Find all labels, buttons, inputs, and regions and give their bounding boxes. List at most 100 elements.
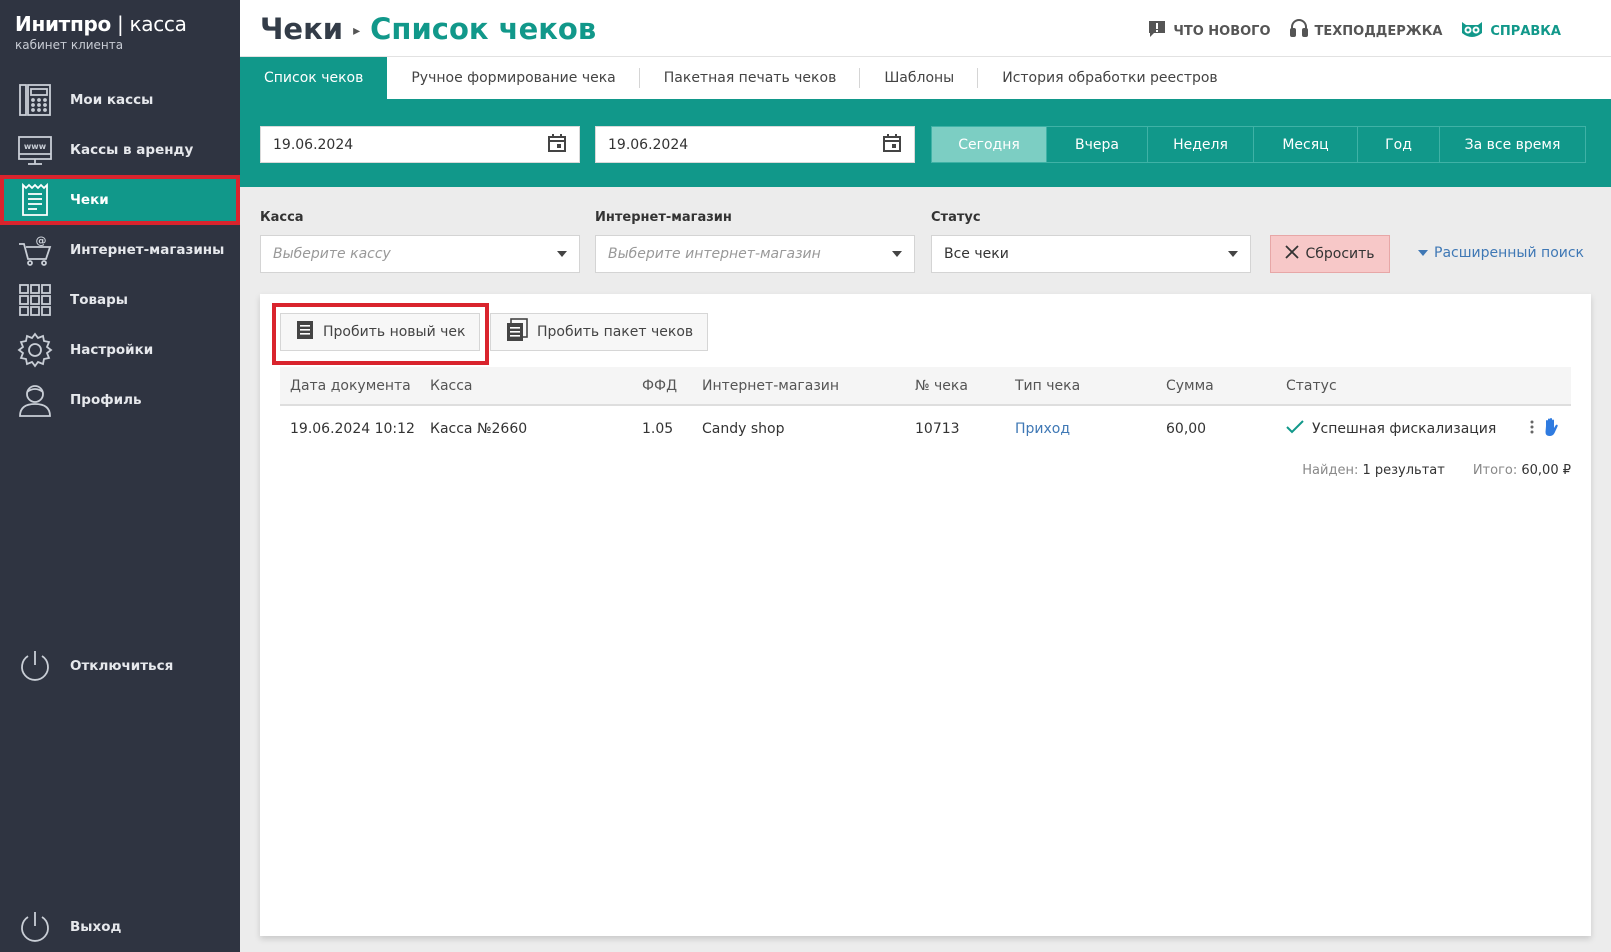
more-vertical-icon[interactable] bbox=[1530, 420, 1534, 438]
calendar-icon bbox=[882, 133, 902, 157]
page-title: Список чеков bbox=[370, 12, 597, 46]
sidebar-item-settings[interactable]: Настройки bbox=[0, 325, 240, 375]
cell-type-link[interactable]: Приход bbox=[1015, 406, 1070, 451]
status-value: Все чеки bbox=[944, 246, 1009, 262]
chevron-down-icon bbox=[1418, 250, 1428, 256]
tab-check-list[interactable]: Список чеков bbox=[240, 57, 388, 99]
cell-ffd: 1.05 bbox=[642, 420, 674, 437]
support-link[interactable]: ТЕХПОДДЕРЖКА bbox=[1289, 18, 1442, 44]
breadcrumb: Чеки ▸ Список чеков bbox=[260, 12, 596, 46]
brand-subtitle: кабинет клиента bbox=[15, 38, 124, 52]
column-header-date[interactable]: Дата документа bbox=[290, 367, 411, 404]
owl-icon bbox=[1460, 19, 1484, 43]
svg-text:@: @ bbox=[36, 234, 47, 247]
period-all-time[interactable]: За все время bbox=[1439, 127, 1585, 162]
column-header-sum[interactable]: Сумма bbox=[1166, 367, 1214, 404]
close-icon bbox=[1285, 245, 1300, 263]
reset-button[interactable]: Сбросить bbox=[1270, 235, 1390, 273]
cash-register-icon bbox=[16, 81, 54, 119]
kassa-select[interactable]: Выберите кассу bbox=[260, 235, 580, 273]
period-yesterday[interactable]: Вчера bbox=[1046, 127, 1147, 162]
period-week[interactable]: Неделя bbox=[1147, 127, 1253, 162]
column-header-type[interactable]: Тип чека bbox=[1015, 367, 1080, 404]
comment-alert-icon bbox=[1147, 19, 1167, 43]
brand: Инитпро | касса кабинет клиента bbox=[15, 12, 187, 52]
sidebar-item-checks[interactable]: Чеки bbox=[0, 175, 240, 225]
gear-icon bbox=[16, 331, 54, 369]
sidebar: Инитпро | касса кабинет клиента Мои касс… bbox=[0, 0, 240, 952]
date-filter-band: 19.06.2024 19.06.2024 Сегодня Вчера Неде… bbox=[240, 99, 1611, 187]
batch-check-button[interactable]: Пробить пакет чеков bbox=[490, 313, 709, 351]
row-actions bbox=[1530, 406, 1560, 451]
tab-manual-check[interactable]: Ручное формирование чека bbox=[387, 57, 641, 99]
sidebar-disconnect-wrap: Отключиться bbox=[0, 641, 240, 691]
kassa-placeholder: Выберите кассу bbox=[273, 246, 391, 262]
shop-label: Интернет-магазин bbox=[595, 210, 732, 225]
checks-panel: Пробить новый чек Пробить пакет чеков Да… bbox=[260, 294, 1591, 936]
column-header-ffd[interactable]: ФФД bbox=[642, 367, 677, 404]
help-link[interactable]: СПРАВКА bbox=[1460, 18, 1561, 44]
sidebar-item-rent-kassas[interactable]: www Кассы в аренду bbox=[0, 125, 240, 175]
cell-shop: Candy shop bbox=[702, 420, 785, 437]
table-summary: Найден: 1 результат Итого: 60,00 ₽ bbox=[1302, 463, 1571, 478]
logout-button[interactable]: Выход bbox=[0, 908, 240, 946]
svg-text:www: www bbox=[24, 142, 47, 151]
advanced-search-toggle[interactable]: Расширенный поиск bbox=[1418, 245, 1584, 261]
column-header-number[interactable]: № чека bbox=[915, 367, 968, 404]
column-header-shop[interactable]: Интернет-магазин bbox=[702, 367, 839, 404]
tab-batch-print[interactable]: Пакетная печать чеков bbox=[640, 57, 861, 99]
disconnect-button[interactable]: Отключиться bbox=[0, 641, 240, 691]
chevron-down-icon bbox=[557, 251, 567, 257]
user-icon bbox=[16, 381, 54, 419]
period-selector: Сегодня Вчера Неделя Месяц Год За все вр… bbox=[931, 126, 1586, 163]
sidebar-item-goods[interactable]: Товары bbox=[0, 275, 240, 325]
sidebar-item-label: Товары bbox=[70, 292, 129, 308]
sidebar-item-shops[interactable]: @ Интернет-магазины bbox=[0, 225, 240, 275]
sidebar-item-label: Чеки bbox=[70, 192, 109, 208]
cell-sum: 60,00 bbox=[1166, 420, 1207, 437]
tab-registry-history[interactable]: История обработки реестров bbox=[978, 57, 1241, 99]
chevron-down-icon bbox=[1228, 251, 1238, 257]
hand-icon[interactable] bbox=[1542, 417, 1560, 441]
sidebar-item-label: Мои кассы bbox=[70, 92, 154, 108]
table-header: Дата документа Касса ФФД Интернет-магази… bbox=[280, 367, 1571, 406]
sidebar-item-my-kassas[interactable]: Мои кассы bbox=[0, 75, 240, 125]
breadcrumb-root[interactable]: Чеки bbox=[260, 12, 343, 46]
new-check-button[interactable]: Пробить новый чек bbox=[280, 313, 481, 351]
date-from-field[interactable]: 19.06.2024 bbox=[260, 126, 580, 163]
whats-new-link[interactable]: ЧТО НОВОГО bbox=[1147, 18, 1271, 44]
cell-number: 10713 bbox=[915, 420, 960, 437]
power-icon bbox=[16, 908, 54, 946]
grid-icon bbox=[16, 281, 54, 319]
sidebar-item-label: Кассы в аренду bbox=[70, 142, 194, 158]
sidebar-logout-wrap: Выход bbox=[0, 908, 240, 946]
breadcrumb-separator-icon: ▸ bbox=[353, 23, 361, 39]
checks-table: Дата документа Касса ФФД Интернет-магази… bbox=[280, 367, 1571, 451]
sidebar-item-profile[interactable]: Профиль bbox=[0, 375, 240, 425]
table-row[interactable]: 19.06.2024 10:12 Касса №2660 1.05 Candy … bbox=[280, 406, 1571, 451]
date-to-field[interactable]: 19.06.2024 bbox=[595, 126, 915, 163]
kassa-label: Касса bbox=[260, 210, 304, 225]
receipt-stack-icon bbox=[505, 318, 529, 346]
cell-kassa: Касса №2660 bbox=[430, 420, 528, 437]
receipt-icon bbox=[295, 320, 315, 344]
top-links: ЧТО НОВОГО ТЕХПОДДЕРЖКА СПРАВКА bbox=[1147, 18, 1561, 44]
cart-icon: @ bbox=[16, 231, 54, 269]
sidebar-item-label: Профиль bbox=[70, 392, 142, 408]
headset-icon bbox=[1289, 18, 1309, 44]
period-year[interactable]: Год bbox=[1357, 127, 1439, 162]
sidebar-item-label: Настройки bbox=[70, 342, 154, 358]
sidebar-item-label: Интернет-магазины bbox=[70, 242, 225, 258]
period-today[interactable]: Сегодня bbox=[932, 127, 1046, 162]
column-header-status[interactable]: Статус bbox=[1286, 367, 1337, 404]
period-month[interactable]: Месяц bbox=[1253, 127, 1357, 162]
calendar-icon bbox=[547, 133, 567, 157]
status-select[interactable]: Все чеки bbox=[931, 235, 1251, 273]
disconnect-label: Отключиться bbox=[70, 658, 174, 674]
cell-status: Успешная фискализация bbox=[1286, 406, 1496, 451]
shop-select[interactable]: Выберите интернет-магазин bbox=[595, 235, 915, 273]
tab-templates[interactable]: Шаблоны bbox=[860, 57, 979, 99]
tabs: Список чеков Ручное формирование чека Па… bbox=[240, 57, 1611, 99]
column-header-kassa[interactable]: Касса bbox=[430, 367, 473, 404]
sidebar-nav: Мои кассы www Кассы в аренду Чеки @ Инте… bbox=[0, 75, 240, 425]
